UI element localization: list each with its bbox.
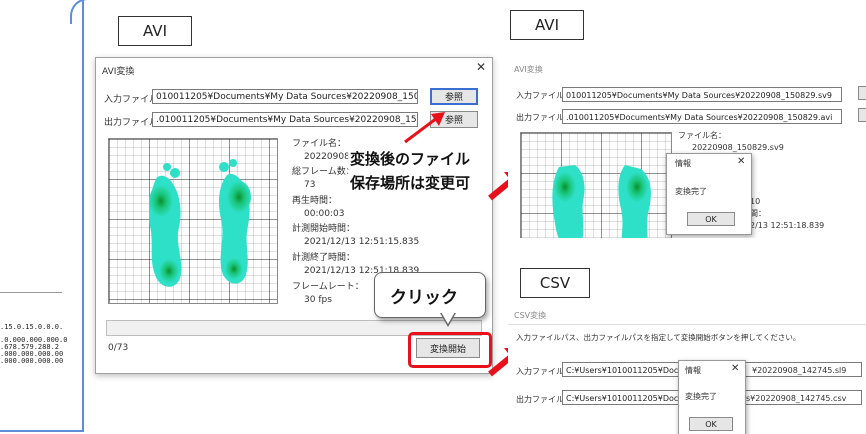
popup-message: 変換完了: [685, 392, 717, 401]
filename-label: ファイル名：: [292, 139, 347, 149]
note-line-1: 変換後のファイル: [348, 148, 473, 169]
info-popup: 情報 ✕ 変換完了 OK: [678, 360, 746, 434]
avi-result-screenshot: AVI変換 入力ファイル 010011205¥Documents¥My Data…: [508, 56, 866, 238]
start-time-value: 2021/12/13 12:51:15.835: [304, 237, 420, 247]
popup-title: 情報: [685, 366, 701, 375]
panel-border-top: [70, 0, 96, 24]
input-file-label: 入力ファイル: [516, 91, 564, 100]
popup-title: 情報: [675, 159, 691, 168]
click-label: クリック: [390, 288, 458, 308]
pressure-map: [108, 138, 278, 304]
footprint-image: [148, 159, 251, 287]
dialog-title: CSV変換: [514, 311, 547, 320]
output-file-field[interactable]: .010011205¥Documents¥My Data Sources¥202…: [152, 112, 418, 127]
browse-button-edge[interactable]: [858, 108, 866, 122]
framerate-label: フレームレート：: [292, 282, 364, 292]
avi-convert-dialog: AVI変換 ✕ 入力ファイル 010011205¥Documents¥My Da…: [95, 57, 493, 374]
filename-label: ファイル名：: [678, 131, 726, 140]
progress-count: 0/73: [108, 343, 129, 353]
filename-value: 20220908_: [304, 152, 355, 162]
close-icon[interactable]: ✕: [737, 156, 745, 167]
input-file-tail: ¥20220908_142745.sl9: [752, 366, 847, 375]
start-time-label: 計測開始時間：: [292, 224, 356, 234]
input-file-label: 入力ファイル: [104, 95, 159, 105]
output-file-tail: s¥20220908_142745.csv: [746, 394, 847, 403]
frames-label: 総フレーム数：: [292, 167, 355, 177]
dialog-title: AVI変換: [514, 65, 543, 74]
browse-button-edge[interactable]: [858, 86, 866, 100]
playtime-value: 00:00:03: [304, 209, 345, 219]
output-file-field[interactable]: .010011205¥Documents¥My Data Sources¥202…: [562, 109, 842, 124]
pressure-map: [520, 132, 672, 238]
close-icon[interactable]: ✕: [731, 363, 739, 374]
fragment-label: 間：: [750, 209, 766, 218]
output-file-label: 出力ファイル: [516, 113, 564, 122]
input-file-field[interactable]: 010011205¥Documents¥My Data Sources¥2022…: [562, 87, 842, 102]
ok-button[interactable]: OK: [687, 212, 735, 226]
start-button-highlight: [408, 332, 492, 368]
end-time-label: 計測終了時間：: [292, 253, 356, 263]
output-file-label: 出力ファイル: [104, 118, 159, 128]
avi-label: AVI: [118, 16, 192, 46]
frames-value: 73: [304, 180, 316, 190]
playtime-label: 再生時間：: [292, 196, 338, 206]
arrow-to-browse: [404, 112, 445, 144]
input-file-label: 入力ファイル: [516, 367, 564, 376]
input-file-field[interactable]: 010011205¥Documents¥My Data Sources¥2022…: [152, 89, 418, 104]
output-file-label: 出力ファイル: [516, 395, 564, 404]
close-icon[interactable]: ✕: [476, 60, 486, 74]
popup-message: 変換完了: [675, 187, 707, 196]
framerate-value: 30 fps: [304, 295, 332, 305]
avi-result-label: AVI: [510, 10, 584, 40]
csv-result-screenshot: CSV変換 入力ファイルパス、出力ファイルパスを指定して変換開始ボタンを押してく…: [508, 306, 866, 434]
browse-input-button[interactable]: 参照: [430, 88, 478, 105]
info-popup: 情報 ✕ 変換完了 OK: [666, 153, 752, 235]
ok-button[interactable]: OK: [689, 417, 733, 431]
note-line-2: 保存場所は変更可: [348, 172, 473, 193]
dialog-title: AVI変換: [102, 67, 135, 77]
csv-label: CSV: [520, 268, 590, 298]
panel-border: [0, 0, 84, 432]
instruction-text: 入力ファイルパス、出力ファイルパスを指定して変換開始ボタンを押してください。: [516, 333, 801, 342]
left-panel-fragment: .15.0.15.0.0.0. .0.000.000.000.0 .678.57…: [0, 0, 92, 434]
fragment-time: 2/13 12:51:18.839: [750, 221, 825, 230]
